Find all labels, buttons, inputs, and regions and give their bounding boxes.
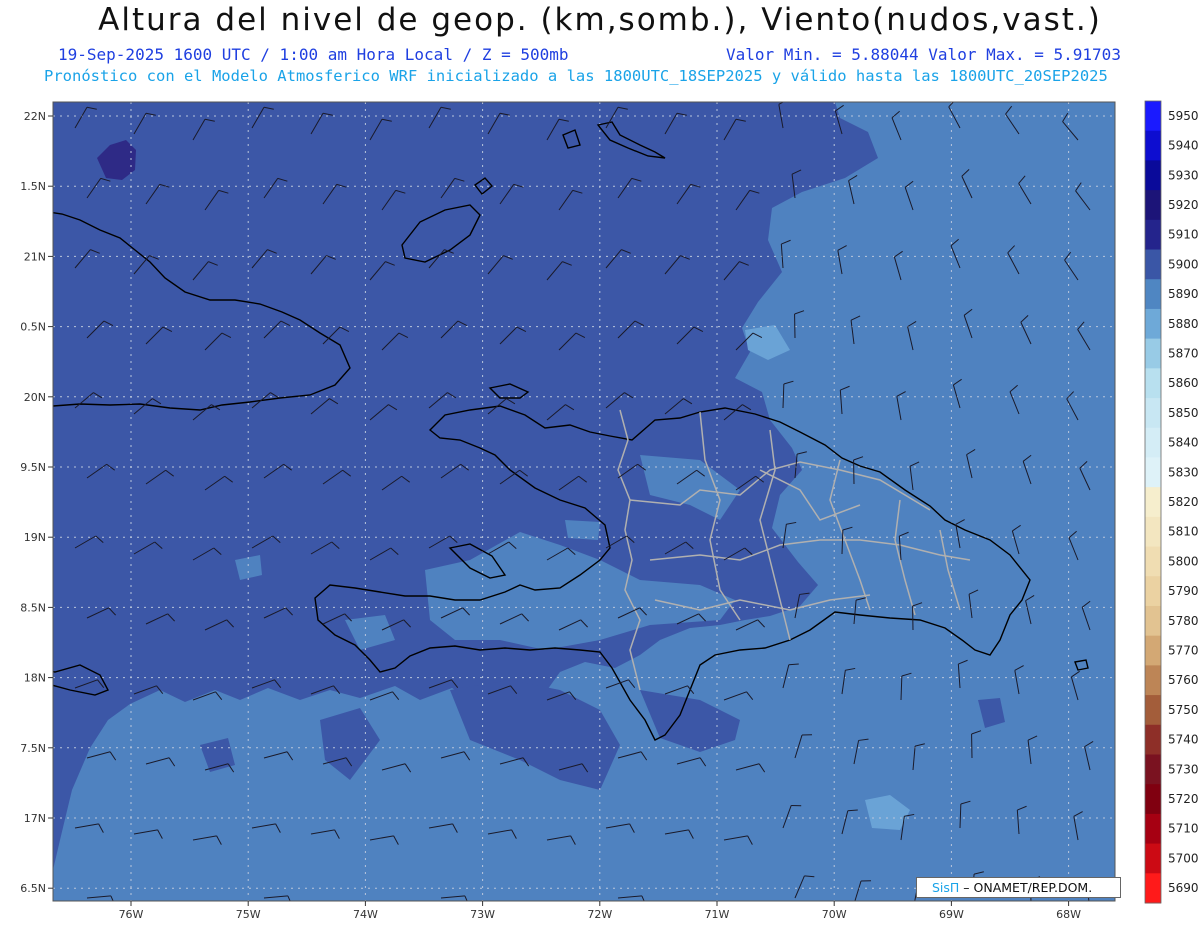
colorbar: 5950 5940 5930 5920 5910 5900 5890 5880 5870 5860… — [1144, 100, 1199, 904]
colorbar-label: 5690 — [1168, 881, 1199, 895]
lat-label: 1.5N — [20, 180, 46, 193]
colorbar-segment — [1145, 130, 1161, 161]
colorbar-segment — [1145, 754, 1161, 785]
colorbar-label: 5880 — [1168, 317, 1199, 331]
lon-label: 74W — [353, 908, 378, 921]
colorbar-label: 5810 — [1168, 525, 1199, 539]
wind-barb — [146, 902, 174, 911]
colorbar-label: 5710 — [1168, 822, 1199, 836]
forecast-map: 22N 1.5N 21N 0.5N 20N 9.5N 19N 8.5N 18N 7.5N 17N 6.… — [20, 100, 1199, 921]
field-5890-patch — [565, 520, 600, 540]
lon-label: 70W — [822, 908, 847, 921]
wind-barb — [736, 908, 764, 917]
longitude-axis: 76W 75W 74W 73W 72W 71W 70W 69W 68W — [119, 901, 1081, 921]
colorbar-segment — [1145, 665, 1161, 696]
colorbar-segment — [1145, 368, 1161, 399]
lon-label: 76W — [119, 908, 144, 921]
colorbar-segment — [1145, 576, 1161, 607]
colorbar-segment — [1145, 308, 1161, 340]
brand-logo-text: SisΠ — [932, 880, 960, 895]
lat-label: 7.5N — [20, 742, 46, 755]
colorbar-label: 5910 — [1168, 228, 1199, 242]
lon-label: 68W — [1056, 908, 1081, 921]
wind-barb — [323, 902, 351, 911]
colorbar-label: 5820 — [1168, 495, 1199, 509]
colorbar-label: 5780 — [1168, 614, 1199, 628]
colorbar-segment — [1145, 160, 1161, 191]
colorbar-segment — [1145, 546, 1161, 577]
lat-label: 9.5N — [20, 461, 46, 474]
colorbar-label: 5800 — [1168, 554, 1199, 568]
wind-barb — [205, 908, 233, 917]
lon-label: 71W — [705, 908, 730, 921]
lon-label: 69W — [939, 908, 964, 921]
colorbar-label: 5940 — [1168, 139, 1199, 153]
colorbar-segment — [1145, 487, 1161, 518]
colorbar-segment — [1145, 219, 1161, 251]
colorbar-segment — [1145, 695, 1161, 726]
lat-label: 17N — [24, 812, 46, 825]
colorbar-segment — [1145, 398, 1161, 429]
lat-label: 18N — [24, 672, 46, 685]
lon-label: 75W — [236, 908, 261, 921]
latitude-axis: 22N 1.5N 21N 0.5N 20N 9.5N 19N 8.5N 18N 7.5N 17N 6.… — [20, 110, 53, 895]
colorbar-label: 5760 — [1168, 673, 1199, 687]
lon-label: 73W — [470, 908, 495, 921]
colorbar-label: 5850 — [1168, 406, 1199, 420]
colorbar-label: 5840 — [1168, 436, 1199, 450]
geopotential-field — [53, 102, 1115, 901]
colorbar-segment — [1145, 724, 1161, 755]
colorbar-label: 5930 — [1168, 168, 1199, 182]
wind-barb — [677, 902, 705, 911]
lat-label: 6.5N — [20, 882, 46, 895]
colorbar-label: 5730 — [1168, 762, 1199, 776]
colorbar-label: 5750 — [1168, 703, 1199, 717]
lat-label: 21N — [24, 250, 46, 263]
colorbar-segment — [1145, 873, 1161, 904]
colorbar-label: 5860 — [1168, 376, 1199, 390]
wind-barb — [382, 908, 410, 917]
colorbar-label: 5720 — [1168, 792, 1199, 806]
colorbar-label: 5950 — [1168, 109, 1199, 123]
lon-label: 72W — [587, 908, 612, 921]
credit-box: SisΠ – ONAMET/REP.DOM. — [916, 877, 1121, 898]
colorbar-segment — [1145, 635, 1161, 666]
colorbar-label: 5900 — [1168, 257, 1199, 271]
colorbar-segment — [1145, 279, 1161, 310]
colorbar-label: 5740 — [1168, 733, 1199, 747]
lat-label: 22N — [24, 110, 46, 123]
colorbar-label: 5870 — [1168, 346, 1199, 360]
lat-label: 0.5N — [20, 321, 46, 334]
colorbar-segment — [1145, 516, 1161, 548]
lat-label: 20N — [24, 391, 46, 404]
colorbar-segment — [1145, 784, 1161, 815]
credit-text: – ONAMET/REP.DOM. — [959, 880, 1093, 895]
colorbar-segment — [1145, 249, 1161, 280]
colorbar-segment — [1145, 338, 1161, 369]
colorbar-segment — [1145, 813, 1161, 845]
colorbar-segment — [1145, 427, 1161, 458]
colorbar-label: 5700 — [1168, 851, 1199, 865]
colorbar-label: 5920 — [1168, 198, 1199, 212]
wind-barb — [500, 902, 528, 911]
lat-label: 19N — [24, 531, 46, 544]
colorbar-segment — [1145, 457, 1161, 488]
colorbar-label: 5790 — [1168, 584, 1199, 598]
colorbar-segment — [1145, 605, 1161, 637]
colorbar-segment — [1145, 101, 1161, 132]
wind-barb — [559, 908, 587, 917]
colorbar-segment — [1145, 190, 1161, 221]
colorbar-label: 5890 — [1168, 287, 1199, 301]
colorbar-label: 5770 — [1168, 644, 1199, 658]
lat-label: 8.5N — [20, 601, 46, 614]
colorbar-segment — [1145, 843, 1161, 874]
colorbar-label: 5830 — [1168, 465, 1199, 479]
